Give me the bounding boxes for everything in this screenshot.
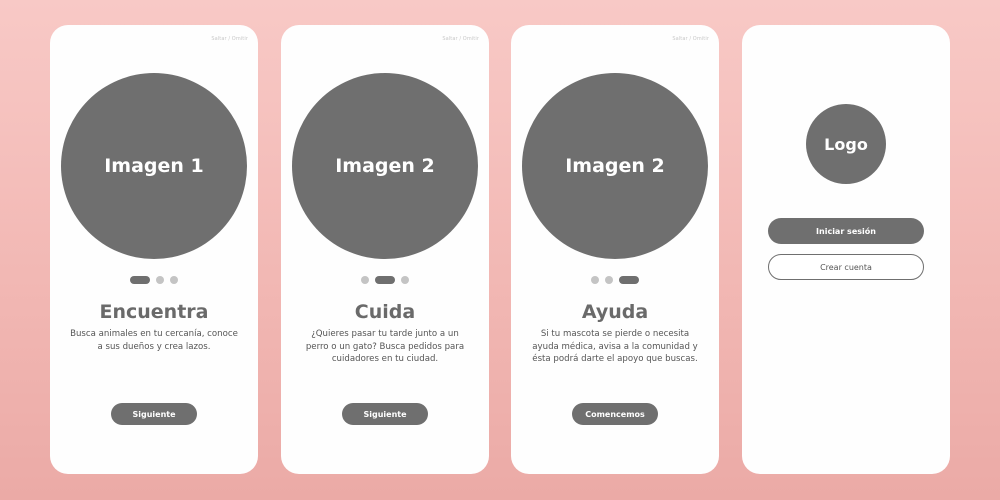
login-screen: Logo Iniciar sesión Crear cuenta: [742, 25, 950, 474]
page-dot-3[interactable]: [401, 276, 409, 284]
logo-label: Logo: [824, 134, 868, 154]
page-indicator: [281, 276, 489, 284]
screen-description: Si tu mascota se pierde o necesita ayuda…: [532, 329, 698, 364]
logo-placeholder: Logo: [806, 104, 886, 184]
page-dot-1[interactable]: [361, 276, 369, 284]
page-indicator: [50, 276, 258, 284]
onboarding-screen-2: Saltar / Omitir Imagen 2 Cuida ¿Quieres …: [281, 25, 489, 474]
create-account-button[interactable]: Crear cuenta: [768, 254, 924, 280]
next-button[interactable]: Siguiente: [111, 403, 197, 425]
screen-title: Ayuda: [581, 301, 649, 323]
skip-link[interactable]: Saltar / Omitir: [442, 36, 479, 42]
screen-title: Encuentra: [99, 301, 209, 323]
image-placeholder-label: Imagen 2: [335, 155, 435, 177]
image-placeholder-label: Imagen 1: [104, 155, 204, 177]
page-dot-1[interactable]: [591, 276, 599, 284]
image-placeholder: Imagen 2: [522, 73, 708, 259]
login-button[interactable]: Iniciar sesión: [768, 218, 924, 244]
page-dot-1[interactable]: [130, 276, 150, 284]
skip-link[interactable]: Saltar / Omitir: [672, 36, 709, 42]
page-dot-2[interactable]: [605, 276, 613, 284]
page-indicator: [511, 276, 719, 284]
onboarding-screen-1: Saltar / Omitir Imagen 1 Encuentra Busca…: [50, 25, 258, 474]
page-dot-2[interactable]: [156, 276, 164, 284]
screen-title: Cuida: [354, 301, 416, 323]
page-dot-3[interactable]: [170, 276, 178, 284]
skip-link[interactable]: Saltar / Omitir: [211, 36, 248, 42]
next-button[interactable]: Siguiente: [342, 403, 428, 425]
image-placeholder-label: Imagen 2: [565, 155, 665, 177]
start-button[interactable]: Comencemos: [572, 403, 658, 425]
page-dot-3[interactable]: [619, 276, 639, 284]
onboarding-screen-3: Saltar / Omitir Imagen 2 Ayuda Si tu mas…: [511, 25, 719, 474]
page-dot-2[interactable]: [375, 276, 395, 284]
screen-description: Busca animales en tu cercanía, conoce a …: [70, 329, 238, 352]
screen-description: ¿Quieres pasar tu tarde junto a un perro…: [305, 329, 465, 364]
image-placeholder: Imagen 1: [61, 73, 247, 259]
image-placeholder: Imagen 2: [292, 73, 478, 259]
